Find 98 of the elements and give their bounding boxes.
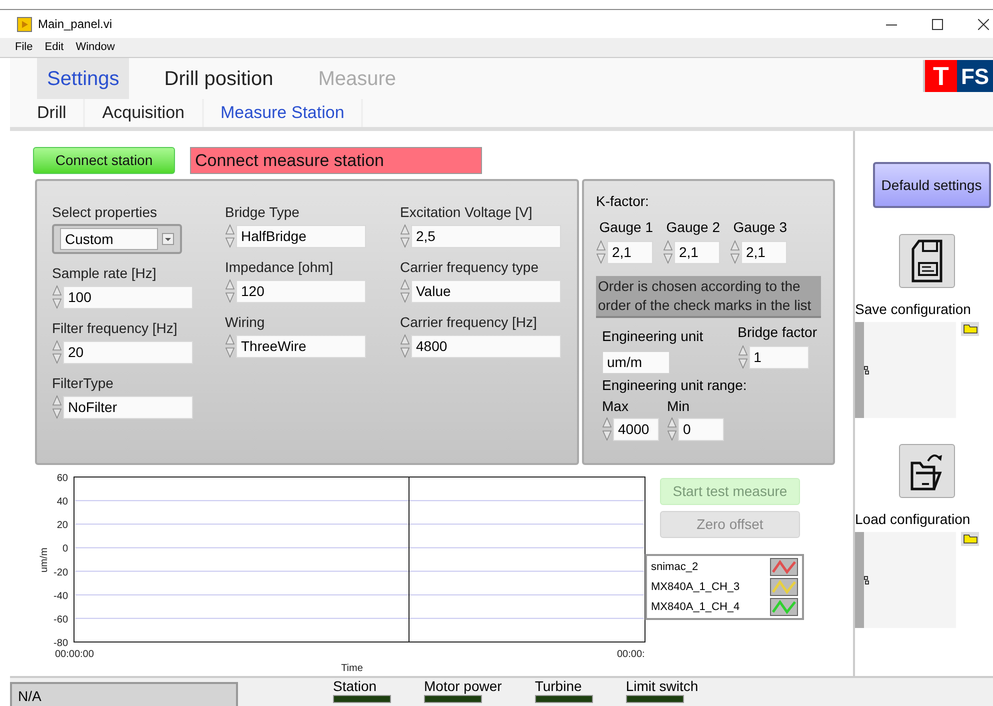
connect-station-button[interactable]: Connect station — [33, 147, 175, 174]
info-note: Order is chosen according to the order of the check marks in the list — [596, 276, 821, 318]
field-label: FilterType — [52, 374, 114, 392]
text-field[interactable]: um/m — [602, 351, 670, 374]
numeric-field[interactable]: 120 — [236, 280, 366, 302]
y-tick-label: -40 — [54, 590, 68, 602]
section-label: Save configuration — [855, 300, 971, 319]
menu-item[interactable]: File — [15, 39, 33, 56]
spinner-icon[interactable] — [400, 224, 410, 248]
menu-item[interactable]: Window — [76, 39, 115, 56]
legend-label: MX840A_1_CH_3 — [651, 580, 740, 595]
path-listbox[interactable] — [855, 532, 956, 628]
field-label: Carrier frequency type — [400, 258, 540, 276]
numeric-field[interactable]: 0 — [678, 418, 724, 440]
field-label: Filter frequency [Hz] — [52, 319, 178, 337]
dropdown[interactable]: Custom — [52, 224, 182, 254]
y-tick-label: 20 — [56, 520, 68, 532]
numeric-field[interactable]: 100 — [63, 286, 193, 308]
spinner-icon[interactable] — [400, 334, 410, 358]
x-tick-label: 00:00:00 — [55, 649, 94, 660]
status-banner: Connect measure station — [190, 147, 482, 174]
path-listbox[interactable] — [855, 322, 956, 418]
y-tick-label: -20 — [54, 567, 68, 578]
spinner-icon[interactable] — [225, 224, 235, 248]
logo: T FS — [923, 60, 993, 92]
field-label: Engineering unit — [602, 327, 704, 346]
numeric-field[interactable]: 20 — [63, 340, 193, 364]
spinner-icon[interactable] — [225, 334, 235, 358]
field-label: Gauge 2 — [666, 218, 720, 237]
link-icon — [864, 366, 869, 374]
y-tick-label: 60 — [56, 473, 68, 484]
spinner-icon[interactable] — [738, 345, 748, 369]
numeric-field[interactable]: 1 — [748, 346, 809, 368]
indicator-label: Limit switch — [626, 678, 698, 695]
close-icon[interactable] — [978, 18, 989, 30]
field-label: Max — [602, 397, 630, 416]
indicator-label: Station — [333, 678, 377, 695]
y-tick-label: 40 — [56, 496, 68, 508]
tab[interactable]: Drill — [20, 99, 86, 127]
field-label: Impedance [ohm] — [225, 258, 334, 276]
field-label: Carrier frequency [Hz] — [400, 313, 538, 331]
spinner-icon[interactable] — [400, 279, 410, 303]
y-tick-label: -60 — [54, 614, 68, 626]
browse-folder-icon[interactable] — [961, 322, 979, 336]
load-button[interactable] — [899, 444, 955, 498]
numeric-field[interactable]: ThreeWire — [236, 334, 366, 358]
spinner-icon[interactable] — [52, 285, 62, 309]
numeric-field[interactable]: 2,5 — [411, 224, 561, 248]
numeric-field[interactable]: 2,1 — [741, 240, 787, 264]
field-label: Select properties — [52, 203, 158, 221]
indicator-label: Turbine — [534, 678, 582, 695]
spinner-icon[interactable] — [225, 279, 235, 303]
numeric-field[interactable]: NoFilter — [63, 396, 193, 418]
app-icon — [17, 16, 32, 32]
y-axis-label: um/m — [39, 548, 50, 572]
legend-label: snimac_2 — [651, 560, 698, 575]
section-label: Load configuration — [855, 510, 970, 529]
field-label: Bridge factor — [738, 323, 817, 342]
spinner-icon[interactable] — [52, 395, 62, 419]
numeric-field[interactable]: HalfBridge — [236, 224, 366, 248]
indicator-label: Motor power — [424, 678, 502, 695]
legend-label: MX840A_1_CH_4 — [651, 600, 740, 615]
maximize-icon[interactable] — [932, 18, 943, 30]
y-tick-label: 0 — [62, 544, 68, 555]
tab[interactable]: Measure Station — [204, 99, 364, 127]
section-title: K-factor: — [596, 192, 650, 211]
window-title: Main_panel.vi — [38, 16, 112, 33]
link-icon — [864, 576, 869, 584]
spinner-icon[interactable] — [602, 417, 612, 441]
field-label: Sample rate [Hz] — [52, 264, 158, 282]
numeric-field[interactable]: 2,1 — [674, 240, 720, 264]
tab[interactable]: Drill position — [154, 58, 284, 99]
tab[interactable]: Settings — [37, 58, 130, 99]
spinner-icon[interactable] — [52, 340, 62, 364]
menu-item[interactable]: Edit — [44, 39, 64, 56]
spinner-icon[interactable] — [596, 240, 606, 264]
field-label: Gauge 3 — [733, 218, 787, 237]
numeric-field[interactable]: 4000 — [613, 418, 659, 440]
tab[interactable]: Acquisition — [85, 99, 204, 127]
field-label: Bridge Type — [225, 203, 300, 221]
spinner-icon[interactable] — [730, 240, 740, 264]
status-field: N/A — [10, 682, 238, 706]
field-label: Gauge 1 — [599, 218, 653, 237]
field-label: Min — [667, 397, 691, 416]
numeric-field[interactable]: 4800 — [411, 334, 561, 358]
field-label: Wiring — [225, 313, 266, 331]
x-tick-label: 00:00: — [617, 649, 645, 660]
browse-folder-icon[interactable] — [961, 532, 979, 546]
field-label: Engineering unit range: — [601, 376, 748, 395]
spinner-icon[interactable] — [663, 240, 673, 264]
x-axis-label: Time — [341, 663, 363, 674]
field-label: Excitation Voltage [V] — [400, 203, 534, 221]
numeric-field[interactable]: 2,1 — [607, 240, 653, 264]
default-settings-button[interactable]: Defauld settings — [872, 162, 990, 208]
spinner-icon[interactable] — [667, 417, 677, 441]
numeric-field[interactable]: Value — [411, 280, 561, 302]
y-tick-label: -80 — [54, 638, 68, 649]
save-button[interactable] — [899, 234, 955, 288]
